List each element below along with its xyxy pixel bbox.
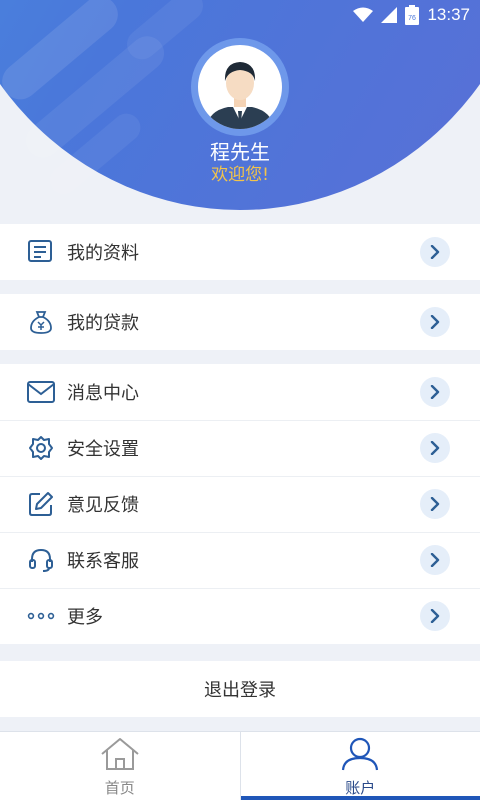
menu-label: 安全设置 [67, 439, 139, 460]
user-icon [339, 737, 381, 775]
menu-group-settings: 消息中心 安全设置 意见反馈 联系客服 更多 [0, 364, 480, 644]
menu-label: 我的贷款 [67, 313, 139, 334]
avatar-image [198, 45, 282, 129]
bottom-tab-bar: 首页 账户 [0, 731, 480, 800]
menu-group-loan: 我的贷款 [0, 294, 480, 350]
status-time: 13:37 [427, 5, 470, 24]
chevron-right-icon [420, 433, 450, 463]
more-dots-icon [26, 601, 56, 631]
money-bag-icon [26, 307, 56, 337]
home-icon [99, 737, 141, 775]
tab-label: 首页 [104, 779, 135, 797]
tab-home[interactable]: 首页 [0, 732, 240, 800]
chevron-right-icon [420, 377, 450, 407]
avatar[interactable] [191, 38, 289, 136]
headset-icon [26, 545, 56, 575]
wifi-icon [353, 7, 374, 23]
status-bar: 76 13:37 [0, 0, 480, 30]
menu-item-message-center[interactable]: 消息中心 [0, 364, 480, 420]
welcome-text: 欢迎您! [211, 165, 269, 185]
menu-item-feedback[interactable]: 意见反馈 [0, 476, 480, 532]
battery-icon: 76 [405, 5, 420, 25]
menu-item-security-settings[interactable]: 安全设置 [0, 420, 480, 476]
chevron-right-icon [420, 307, 450, 337]
menu-label: 联系客服 [67, 551, 139, 572]
signal-icon [381, 7, 398, 23]
chevron-right-icon [420, 601, 450, 631]
profile-header: 76 13:37 程先生 欢迎您! [0, 0, 480, 224]
chevron-right-icon [420, 545, 450, 575]
menu-item-more[interactable]: 更多 [0, 588, 480, 644]
battery-level: 76 [409, 15, 417, 22]
chevron-right-icon [420, 489, 450, 519]
profile-doc-icon [26, 237, 56, 267]
tab-account[interactable]: 账户 [239, 732, 480, 800]
tab-label: 账户 [345, 779, 376, 797]
menu-item-my-loan[interactable]: 我的贷款 [0, 294, 480, 350]
menu-label: 消息中心 [67, 383, 139, 404]
menu-item-my-profile[interactable]: 我的资料 [0, 224, 480, 280]
gear-icon [26, 433, 56, 463]
envelope-icon [26, 377, 56, 407]
menu-label: 更多 [67, 607, 103, 628]
menu-label: 我的资料 [67, 243, 139, 264]
logout-button[interactable]: 退出登录 [0, 661, 480, 717]
menu-label: 意见反馈 [67, 495, 139, 516]
chevron-right-icon [420, 237, 450, 267]
menu-item-contact-service[interactable]: 联系客服 [0, 532, 480, 588]
edit-icon [26, 489, 56, 519]
menu-group-profile: 我的资料 [0, 224, 480, 280]
